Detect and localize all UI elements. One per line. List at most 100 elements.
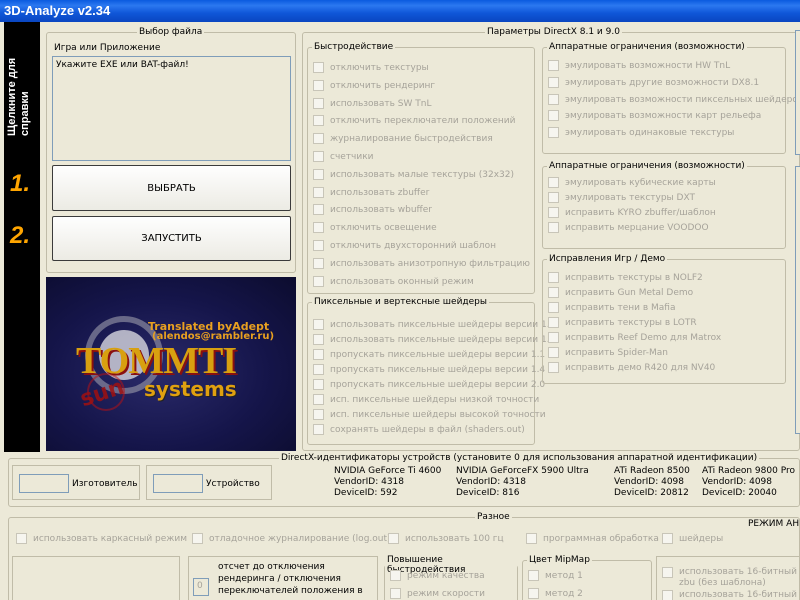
performance-checkbox-2[interactable]: использовать SW TnL — [313, 97, 431, 113]
shader-checkbox-1[interactable]: использовать пиксельные шейдеры версии 1… — [313, 334, 555, 349]
checkbox-box[interactable] — [313, 97, 324, 109]
checkbox-box[interactable] — [388, 533, 399, 544]
checkbox-box[interactable] — [548, 332, 559, 343]
shader-checkbox-7[interactable]: сохранять шейдеры в файл (shaders.out) — [313, 424, 525, 439]
shader-checkbox-0[interactable]: использовать пиксельные шейдеры версии 1… — [313, 319, 555, 334]
performance-checkbox-0[interactable]: отключить текстуры — [313, 62, 429, 77]
vendor-id-input[interactable] — [19, 474, 69, 493]
checkbox-box[interactable] — [548, 317, 559, 328]
hw-limit-2-checkbox-2[interactable]: исправить KYRO zbuffer/шаблон — [548, 207, 716, 222]
checkbox-box[interactable] — [528, 570, 539, 581]
checkbox-box[interactable] — [313, 349, 324, 360]
shader-checkbox-2[interactable]: пропускать пиксельные шейдеры версии 1.1 — [313, 349, 545, 364]
mipmap-checkbox-0[interactable]: метод 1 — [528, 570, 583, 585]
game-fix-checkbox-4[interactable]: исправить Reef Demo для Matrox — [548, 332, 721, 347]
shader-checkbox-3[interactable]: пропускать пиксельные шейдеры версии 1.4 — [313, 364, 545, 379]
performance-checkbox-4[interactable]: журналирование быстродействия — [313, 133, 493, 148]
device-id-input[interactable] — [153, 474, 203, 493]
mipmap-checkbox-1[interactable]: метод 2 — [528, 588, 583, 600]
game-fix-checkbox-3[interactable]: исправить текстуры в LOTR — [548, 317, 697, 332]
checkbox-box[interactable] — [16, 533, 27, 544]
checkbox-box[interactable] — [313, 319, 324, 330]
checkbox-box[interactable] — [548, 127, 559, 139]
gpu-name-1[interactable]: NVIDIA GeForceFX 5900 Ultra — [456, 466, 589, 476]
performance-checkbox-3[interactable]: отключить переключатели положений — [313, 115, 515, 130]
checkbox-box[interactable] — [548, 192, 559, 203]
checkbox-box[interactable] — [390, 570, 401, 581]
checkbox-box[interactable] — [548, 302, 559, 313]
performance-checkbox-6[interactable]: использовать малые текстуры (32x32) — [313, 168, 514, 184]
checkbox-box[interactable] — [548, 222, 559, 233]
performance-checkbox-1[interactable]: отключить рендеринг — [313, 79, 435, 95]
checkbox-box[interactable] — [548, 287, 559, 298]
hw-limit-2-checkbox-0[interactable]: эмулировать кубические карты — [548, 177, 716, 192]
hw-limit-1-checkbox-4[interactable]: эмулировать одинаковые текстуры — [548, 127, 734, 142]
checkbox-box[interactable] — [313, 79, 324, 91]
gpu-name-2[interactable]: ATi Radeon 8500 — [614, 466, 690, 476]
select-button[interactable]: ВЫБРАТЬ — [52, 165, 291, 211]
hw-limit-1-checkbox-0[interactable]: эмулировать возможности HW TnL — [548, 60, 730, 75]
shader-checkbox-5[interactable]: исп. пиксельные шейдеры низкой точности — [313, 394, 539, 409]
checkbox-box[interactable] — [313, 186, 324, 198]
checkbox-box[interactable] — [313, 379, 324, 390]
checkbox-box[interactable] — [548, 110, 559, 122]
misc-option-1[interactable]: отладочное журналирование (log.out) — [192, 533, 391, 548]
misc-option-2[interactable]: использовать 100 гц — [388, 533, 504, 548]
checkbox-box[interactable] — [548, 60, 559, 71]
checkbox-box[interactable] — [313, 222, 324, 234]
performance-checkbox-5[interactable]: счетчики — [313, 151, 374, 166]
checkbox-box[interactable] — [390, 588, 401, 599]
checkbox-box[interactable] — [313, 409, 324, 420]
checkbox-box[interactable] — [313, 133, 324, 145]
performance-checkbox-11[interactable]: использовать анизотропную фильтрацию — [313, 257, 530, 273]
checkbox-box[interactable] — [313, 334, 324, 345]
checkbox-box[interactable] — [313, 257, 324, 269]
misc-option-3[interactable]: программная обработка — [526, 533, 659, 548]
checkbox-box[interactable] — [662, 567, 673, 578]
checkbox-box[interactable] — [313, 115, 324, 127]
misc-option-4[interactable]: шейдеры — [662, 533, 723, 548]
performance-checkbox-12[interactable]: использовать оконный режим — [313, 275, 474, 291]
hw-limit-1-checkbox-3[interactable]: эмулировать возможности карт рельефа — [548, 110, 761, 125]
title-bar[interactable]: 3D-Analyze v2.34 — [0, 0, 800, 22]
checkbox-box[interactable] — [313, 364, 324, 375]
misc-option-0[interactable]: использовать каркасный режим — [16, 533, 187, 548]
checkbox-box[interactable] — [548, 177, 559, 188]
game-fix-checkbox-6[interactable]: исправить демо R420 для NV40 — [548, 362, 715, 377]
hw-limit-1-checkbox-2[interactable]: эмулировать возможности пиксельных шейде… — [548, 93, 800, 109]
performance-checkbox-10[interactable]: отключить двухсторонний шаблон — [313, 240, 496, 255]
shader-checkbox-6[interactable]: исп. пиксельные шейдеры высокой точности — [313, 409, 546, 424]
checkbox-box[interactable] — [528, 588, 539, 599]
checkbox-box[interactable] — [313, 240, 324, 251]
perf-boost-checkbox-0[interactable]: режим качества — [390, 570, 485, 585]
game-fix-checkbox-1[interactable]: исправить Gun Metal Demo — [548, 287, 693, 302]
gpu-name-3[interactable]: ATi Radeon 9800 Pro — [702, 466, 795, 476]
hw-limit-1-checkbox-1[interactable]: эмулировать другие возможности DX8.1 — [548, 76, 759, 92]
zbuffer-option-0[interactable]: использовать 16-битный zbu (без шаблона) — [662, 567, 800, 591]
hw-limit-2-checkbox-3[interactable]: исправить мерцание VOODOO — [548, 222, 709, 237]
right-edge-control-2[interactable] — [795, 166, 800, 434]
performance-checkbox-7[interactable]: использовать zbuffer — [313, 186, 429, 202]
checkbox-box[interactable] — [662, 590, 673, 600]
checkbox-box[interactable] — [526, 533, 537, 544]
run-button[interactable]: ЗАПУСТИТЬ — [52, 216, 291, 261]
hw-limit-2-checkbox-1[interactable]: эмулировать текстуры DXT — [548, 192, 695, 207]
performance-checkbox-8[interactable]: использовать wbuffer — [313, 204, 432, 219]
checkbox-box[interactable] — [313, 151, 324, 162]
checkbox-box[interactable] — [548, 272, 559, 283]
checkbox-box[interactable] — [548, 76, 559, 88]
checkbox-box[interactable] — [313, 62, 324, 73]
file-path-field[interactable]: Укажите EXE или BAT-файл! — [52, 56, 291, 161]
performance-checkbox-9[interactable]: отключить освещение — [313, 222, 437, 237]
gpu-name-0[interactable]: NVIDIA GeForce Ti 4600 — [334, 466, 441, 476]
shader-checkbox-4[interactable]: пропускать пиксельные шейдеры версии 2.0 — [313, 379, 545, 394]
checkbox-box[interactable] — [548, 347, 559, 358]
game-fix-checkbox-5[interactable]: исправить Spider-Man — [548, 347, 668, 362]
checkbox-box[interactable] — [313, 394, 324, 405]
game-fix-checkbox-2[interactable]: исправить тени в Mafia — [548, 302, 675, 317]
checkbox-box[interactable] — [548, 207, 559, 218]
zbuffer-option-1[interactable]: использовать 16-битный zbu — [662, 590, 800, 600]
checkbox-box[interactable] — [313, 204, 324, 216]
checkbox-box[interactable] — [548, 362, 559, 373]
checkbox-box[interactable] — [313, 275, 324, 287]
